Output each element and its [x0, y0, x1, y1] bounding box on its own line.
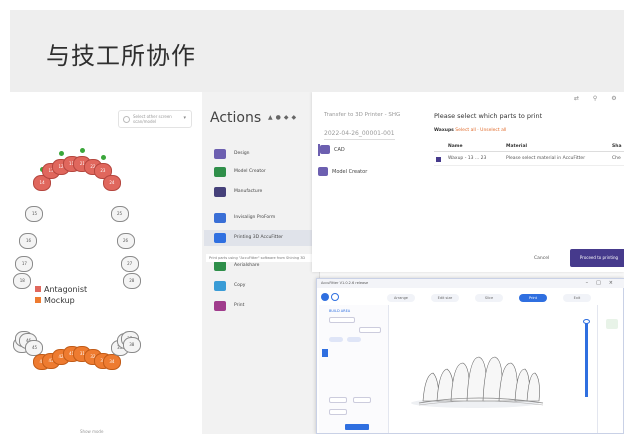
- mockup-swatch: [35, 297, 41, 303]
- tooth-34[interactable]: 34: [102, 354, 121, 371]
- side-tab[interactable]: [322, 349, 328, 357]
- workflow-steps: Arrange Edit size Slice Print Exit: [387, 294, 607, 302]
- tooth-marker-dot: [100, 155, 106, 161]
- dental-model-render: [411, 356, 544, 408]
- part-thumbnail[interactable]: [606, 319, 618, 329]
- case-id-field[interactable]: 2022-04-26_00001-001: [324, 130, 395, 140]
- step-arrange[interactable]: Arrange: [387, 294, 415, 302]
- parts-question: Please select which parts to print: [434, 112, 543, 120]
- manufacture-icon: [214, 187, 226, 197]
- page-title: 与技工所协作: [46, 42, 196, 70]
- model-creator-icon: [318, 167, 328, 176]
- row-checkbox[interactable]: [436, 157, 441, 162]
- accufitter-icon: [214, 233, 226, 243]
- action-design[interactable]: Design: [212, 146, 314, 162]
- dialog-title: Transfer to 3D Printer - SHG: [324, 112, 401, 118]
- invisalign-icon: [214, 213, 226, 223]
- actions-panel: Actions ▲●◆◆ Design Model Creator Manufa…: [202, 92, 320, 434]
- aerialshare-icon: [214, 261, 226, 271]
- header-band: 与技工所协作: [10, 10, 624, 92]
- param-field-a[interactable]: [329, 397, 347, 403]
- software-screenshot: Select other screen scan/model ▾ 18 17 16 1…: [10, 92, 624, 434]
- proceed-to-printing-button[interactable]: Proceed to printing: [570, 249, 624, 267]
- window-controls[interactable]: –□×: [586, 279, 621, 288]
- step-slice[interactable]: Slice: [475, 294, 503, 302]
- step-print[interactable]: Print: [519, 294, 547, 302]
- design-icon: [214, 149, 226, 159]
- copy-icon: [214, 281, 226, 291]
- action-print[interactable]: Print: [212, 298, 314, 314]
- zoom-slider-track[interactable]: [585, 323, 588, 397]
- action-manufacture[interactable]: Manufacture: [212, 184, 314, 200]
- print-icon: [214, 301, 226, 311]
- transfer-dialog: Transfer to 3D Printer - SHG 2022-04-26_…: [312, 92, 624, 272]
- info-icon[interactable]: [331, 293, 339, 301]
- sidebar-item-cad[interactable]: CAD: [318, 144, 345, 156]
- action-copy[interactable]: Copy: [212, 278, 314, 294]
- show-mode-label[interactable]: Show mode: [80, 429, 103, 434]
- action-invisalign[interactable]: Invisalign ProForm: [212, 210, 314, 226]
- select-links[interactable]: Select all · Unselect all: [455, 128, 506, 133]
- tooth-16[interactable]: 16: [19, 232, 38, 249]
- tooth-marker-dot: [59, 150, 65, 156]
- param-field-b[interactable]: [353, 397, 371, 403]
- settings-panel: BUILD AREA: [319, 305, 389, 433]
- table-header: Name Material Sha: [434, 142, 624, 152]
- cancel-button[interactable]: Cancel: [534, 256, 549, 261]
- actions-toolbar-icons[interactable]: ▲●◆◆: [268, 114, 299, 121]
- tooth-25[interactable]: 25: [110, 205, 129, 222]
- legend-mockup: Mockup: [35, 295, 87, 306]
- cad-icon: [320, 145, 330, 154]
- dialog-window-icons[interactable]: ⇄ ⚲ ⚙: [574, 95, 623, 102]
- tooth-17[interactable]: 17: [15, 255, 34, 272]
- tooth-15[interactable]: 15: [25, 205, 44, 222]
- chevron-down-icon: ▾: [183, 115, 186, 121]
- accufitter-window: AccuFitter V1.0.2.6 release –□× Arrange …: [316, 278, 624, 434]
- legend-antagonist: Antagonist: [35, 284, 87, 295]
- action-printing-accufitter[interactable]: Printing 3D AccuFitter: [204, 230, 320, 246]
- chart-legend: Antagonist Mockup: [35, 284, 87, 306]
- step-exit[interactable]: Exit: [563, 294, 591, 302]
- tooth-38[interactable]: 38: [122, 336, 141, 353]
- slide: 与技工所协作 Select other screen scan/model ▾ …: [0, 0, 624, 434]
- model-select-dropdown[interactable]: Select other screen scan/model ▾: [118, 110, 192, 128]
- param-field-c[interactable]: [329, 409, 347, 415]
- toggle-two[interactable]: [347, 337, 361, 342]
- toggle-one[interactable]: [329, 337, 343, 342]
- tooth-marker-dot: [80, 148, 86, 154]
- parts-filter: Waxups Select all · Unselect all: [434, 128, 507, 133]
- model-icon: [123, 116, 130, 123]
- 3d-viewport[interactable]: [393, 305, 589, 433]
- parts-panel: ⇄ ⚲ ⚙ Please select which parts to print…: [434, 92, 624, 272]
- action-model-creator[interactable]: Model Creator: [212, 164, 314, 180]
- step-edit-size[interactable]: Edit size: [431, 294, 459, 302]
- tooth-26[interactable]: 26: [116, 232, 135, 249]
- sidebar-item-model-creator[interactable]: Model Creator: [318, 166, 367, 178]
- apply-button[interactable]: [345, 424, 369, 430]
- parts-list-panel: [597, 305, 624, 433]
- window-titlebar: AccuFitter V1.0.2.6 release –□×: [317, 279, 624, 288]
- printer-select[interactable]: [329, 317, 355, 323]
- actions-title: Actions: [210, 110, 262, 126]
- accufitter-logo-icon: [321, 293, 329, 301]
- dialog-sidebar: CAD Model Creator: [312, 142, 430, 272]
- tooth-27[interactable]: 27: [120, 255, 139, 272]
- tooth-24[interactable]: 24: [102, 175, 121, 192]
- material-select[interactable]: [359, 327, 381, 333]
- dental-chart: Select other screen scan/model ▾ 18 17 16 1…: [10, 92, 202, 434]
- antagonist-swatch: [35, 286, 41, 292]
- table-row[interactable]: Waxup - 13 ... 23 Please select material…: [434, 154, 624, 166]
- tooth-28[interactable]: 28: [122, 273, 141, 290]
- panel-section-title: BUILD AREA: [329, 309, 351, 313]
- tooth-18[interactable]: 18: [13, 273, 32, 290]
- model-creator-icon: [214, 167, 226, 177]
